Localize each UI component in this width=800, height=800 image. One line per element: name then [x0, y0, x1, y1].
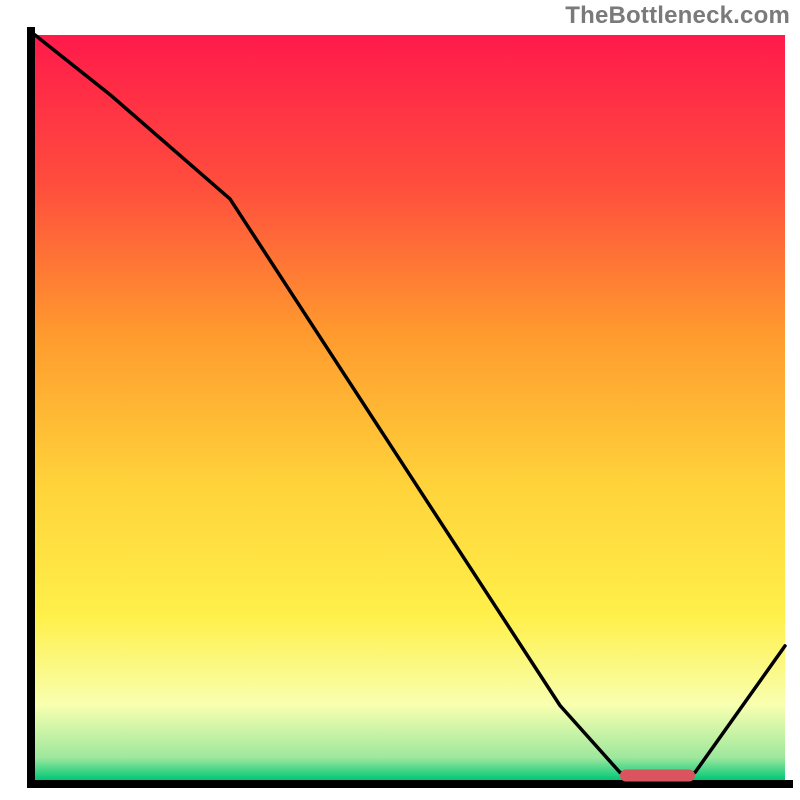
optimal-marker [620, 770, 695, 782]
plot-background [35, 35, 785, 780]
bottleneck-chart [0, 0, 800, 800]
chart-frame: TheBottleneck.com [0, 0, 800, 800]
watermark-label: TheBottleneck.com [565, 2, 790, 30]
